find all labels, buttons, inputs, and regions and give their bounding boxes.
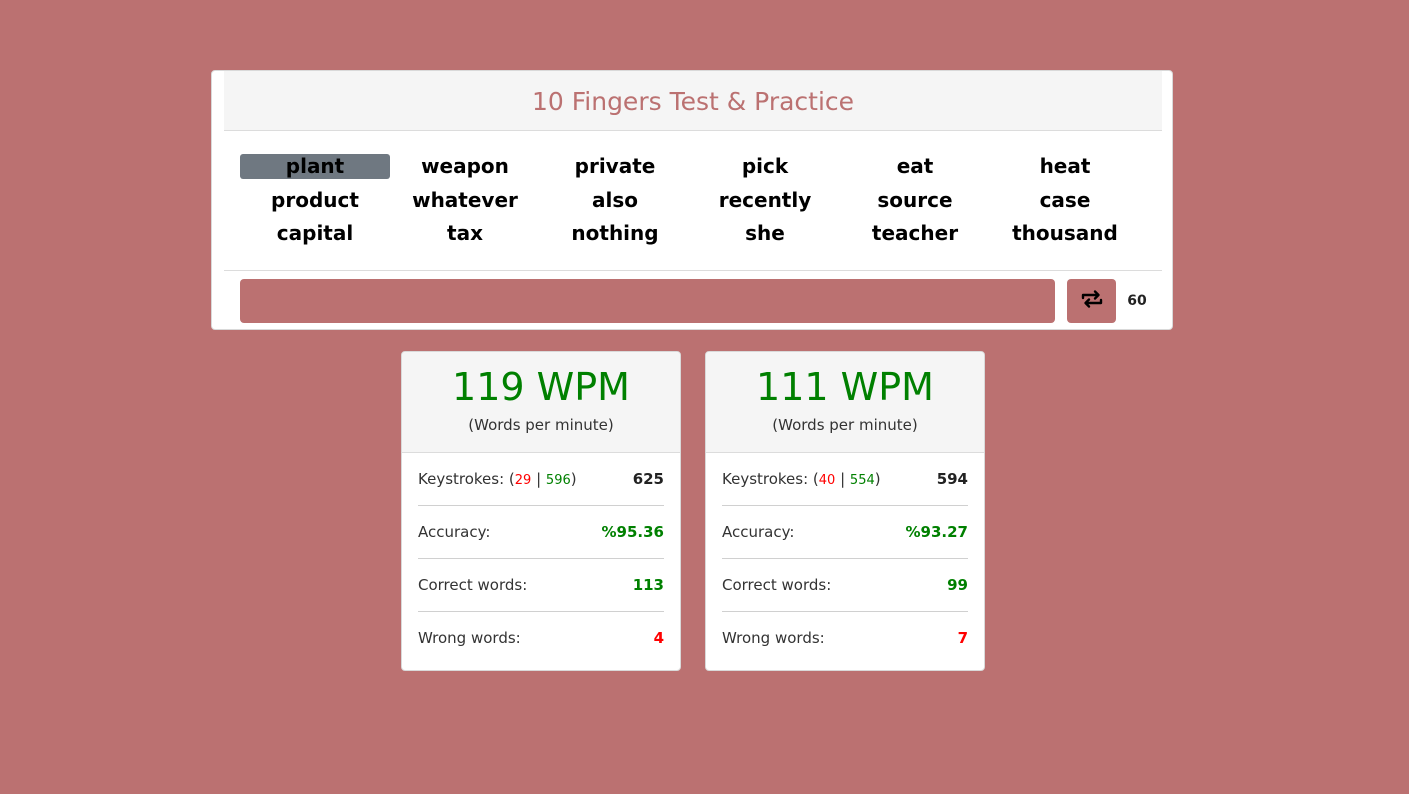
result-card: 111 WPM (Words per minute) Keystrokes: (… — [705, 351, 985, 671]
typing-test-card: 10 Fingers Test & Practice plant weapon … — [211, 70, 1173, 330]
word: weapon — [421, 154, 509, 178]
word: case — [1039, 187, 1091, 212]
keystrokes-total: 625 — [632, 470, 664, 488]
keystrokes-label: Keystrokes: — [418, 470, 505, 488]
word: source — [877, 187, 953, 212]
result-header: 111 WPM (Words per minute) — [706, 352, 984, 453]
keystrokes-row: Keystrokes: (40 | 554) 594 — [722, 453, 968, 506]
word: whatever — [412, 187, 518, 212]
accuracy-row: Accuracy: %93.27 — [722, 506, 968, 559]
correct-words-value: 113 — [632, 576, 664, 594]
restart-button[interactable] — [1067, 279, 1116, 323]
keystrokes-wrong: 40 — [818, 473, 836, 488]
keystrokes-label-group: Keystrokes: (29 | 596) — [418, 470, 577, 488]
repeat-icon — [1079, 289, 1105, 313]
keystrokes-row: Keystrokes: (29 | 596) 625 — [418, 453, 664, 506]
word: nothing — [571, 221, 659, 245]
wpm-value: 119 WPM — [452, 365, 630, 409]
word: thousand — [1012, 221, 1118, 245]
stat-list: Keystrokes: (40 | 554) 594 Accuracy: %93… — [706, 453, 984, 664]
wrong-words-value: 4 — [653, 629, 664, 647]
keystrokes-total: 594 — [936, 470, 968, 488]
wrong-words-row: Wrong words: 7 — [722, 612, 968, 664]
wpm-subtitle: (Words per minute) — [772, 416, 918, 434]
keystrokes-label: Keystrokes: — [722, 470, 809, 488]
word-row: product whatever also recently source ca… — [240, 187, 1140, 221]
correct-words-row: Correct words: 99 — [722, 559, 968, 612]
accuracy-row: Accuracy: %95.36 — [418, 506, 664, 559]
wpm-subtitle: (Words per minute) — [468, 416, 614, 434]
current-word: plant — [240, 154, 390, 179]
word-row: plant weapon private pick eat heat — [240, 153, 1140, 187]
correct-words-row: Correct words: 113 — [418, 559, 664, 612]
typing-input[interactable] — [240, 279, 1055, 323]
timer: 60 — [1127, 293, 1147, 309]
word-list: plant weapon private pick eat heat produ… — [240, 153, 1140, 254]
accuracy-value: %95.36 — [601, 523, 664, 541]
correct-words-label: Correct words: — [722, 576, 832, 594]
page-title: 10 Fingers Test & Practice — [531, 87, 855, 116]
divider — [224, 270, 1162, 271]
word: also — [592, 187, 638, 212]
keystrokes-correct: 596 — [545, 473, 571, 488]
word: recently — [718, 187, 812, 212]
word: private — [574, 154, 656, 178]
word-row: capital tax nothing she teacher thousand — [240, 220, 1140, 254]
correct-words-label: Correct words: — [418, 576, 528, 594]
keystrokes-correct: 554 — [849, 473, 875, 488]
word: pick — [741, 154, 789, 178]
stat-list: Keystrokes: (29 | 596) 625 Accuracy: %95… — [402, 453, 680, 664]
accuracy-label: Accuracy: — [418, 523, 491, 541]
wrong-words-row: Wrong words: 4 — [418, 612, 664, 664]
word: teacher — [871, 221, 959, 245]
wrong-words-value: 7 — [957, 629, 968, 647]
word: capital — [276, 221, 354, 245]
wrong-words-label: Wrong words: — [418, 629, 521, 647]
wpm-value: 111 WPM — [756, 365, 934, 409]
accuracy-value: %93.27 — [905, 523, 968, 541]
accuracy-label: Accuracy: — [722, 523, 795, 541]
card-header: 10 Fingers Test & Practice — [224, 71, 1162, 131]
word: she — [745, 221, 785, 245]
word: heat — [1039, 154, 1091, 178]
word: tax — [447, 221, 483, 245]
correct-words-value: 99 — [947, 576, 968, 594]
word: product — [271, 187, 359, 212]
keystrokes-wrong: 29 — [514, 473, 532, 488]
wrong-words-label: Wrong words: — [722, 629, 825, 647]
word: eat — [896, 154, 934, 178]
result-header: 119 WPM (Words per minute) — [402, 352, 680, 453]
result-card: 119 WPM (Words per minute) Keystrokes: (… — [401, 351, 681, 671]
keystrokes-label-group: Keystrokes: (40 | 554) — [722, 470, 881, 488]
